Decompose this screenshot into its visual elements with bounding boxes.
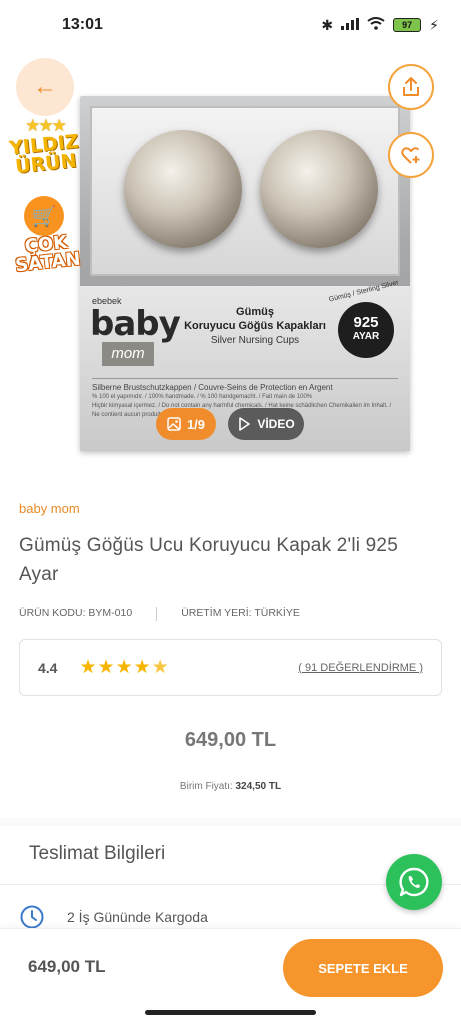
signal-icon — [341, 17, 360, 33]
product-price: 649,00 TL — [184, 729, 277, 751]
status-icons: ✱ 97 ⚡ — [321, 17, 439, 34]
star-product-badge: ★★★ YILDIZ ÜRÜN — [6, 116, 84, 188]
clock-icon — [20, 905, 44, 929]
delivery-text: 2 İş Gününde Kargoda — [67, 909, 208, 925]
star-icon: ★ — [115, 657, 134, 678]
box-title-line2: Koruyucu Göğüs Kapakları — [184, 320, 326, 332]
seal-caption: Gümüş / Sterling Silver — [328, 279, 400, 304]
image-counter: 1/9 — [186, 416, 206, 432]
rating-box[interactable]: 4.4 ★★★★★ ( 91 DEĞERLENDİRME ) — [19, 639, 442, 696]
meta-divider — [156, 607, 158, 621]
favorite-button[interactable] — [388, 132, 434, 178]
product-title: Gümüş Göğüs Ucu Koruyucu Kapak 2'li 925 … — [19, 535, 398, 585]
whatsapp-button[interactable] — [386, 854, 442, 910]
nursing-cup-right — [260, 130, 378, 248]
delivery-title: Teslimat Bilgileri — [29, 843, 166, 864]
rating-value: 4.4 — [38, 659, 58, 676]
half-star-icon: ★ — [151, 657, 170, 678]
best-seller-label: ÇOK SATAN — [14, 231, 82, 277]
unit-price: Birim Fiyatı: 324,50 TL — [0, 781, 461, 792]
box-text-line1: Silberne Brustschutzkappen / Couvre-Sein… — [92, 378, 398, 392]
product-meta: ÜRÜN KODU: BYM-010 ÜRETİM YERİ: TÜRKİYE — [19, 607, 439, 621]
image-icon — [167, 417, 181, 431]
charging-icon: ⚡ — [429, 16, 439, 33]
box-brand-main: baby — [90, 304, 181, 344]
nursing-cup-left — [124, 130, 242, 248]
share-icon — [403, 77, 419, 96]
925-seal: 925 AYAR — [338, 302, 394, 358]
share-button[interactable] — [388, 64, 434, 110]
box-text-line2: % 100 el yapımıdır. / 100% handmade. / %… — [92, 394, 313, 400]
product-image-gallery[interactable]: ebebek baby mom Gümüş Koruyucu Göğüs Kap… — [0, 50, 461, 460]
section-divider — [0, 818, 461, 826]
unit-price-label: Birim Fiyatı: — [179, 781, 233, 792]
star-icon: ★ — [97, 657, 116, 678]
star-product-label: YILDIZ ÜRÜN — [8, 130, 80, 179]
heart-plus-icon — [401, 147, 420, 164]
video-button[interactable]: VİDEO — [228, 408, 304, 440]
bottom-action-bar: 649,00 TL SEPETE EKLE — [0, 928, 461, 1004]
star-icon: ★ — [133, 657, 152, 678]
bluetooth-icon: ✱ — [321, 16, 334, 33]
star-icon: ★ — [79, 657, 98, 678]
box-tray — [90, 106, 400, 276]
product-image[interactable]: ebebek baby mom Gümüş Koruyucu Göğüs Kap… — [80, 96, 410, 451]
back-button[interactable]: ← — [16, 58, 74, 116]
unit-price-value: 324,50 TL — [235, 781, 282, 792]
box-title-line3: Silver Nursing Cups — [210, 335, 300, 346]
add-to-cart-button[interactable]: SEPETE EKLE — [283, 939, 443, 997]
best-seller-badge: 🛒 ÇOK SATAN — [10, 196, 84, 276]
bottom-price: 649,00 TL — [28, 957, 106, 976]
video-label: VİDEO — [257, 417, 295, 431]
status-bar: 13:01 ✱ 97 ⚡ — [0, 0, 461, 50]
battery-icon: 97 — [393, 18, 422, 32]
home-indicator[interactable] — [145, 1010, 316, 1015]
rating-stars: ★★★★★ — [79, 656, 169, 679]
seal-number: 925 — [353, 314, 379, 331]
play-icon — [239, 417, 251, 431]
status-time: 13:01 — [62, 16, 103, 33]
whatsapp-icon — [399, 867, 429, 897]
box-brand-sub: mom — [102, 342, 154, 366]
back-arrow-icon: ← — [33, 73, 57, 100]
product-code: ÜRÜN KODU: BYM-010 — [19, 607, 133, 619]
box-title-line1: Gümüş — [236, 306, 274, 318]
image-counter-button[interactable]: 1/9 — [156, 408, 216, 440]
wifi-icon — [367, 17, 385, 33]
production-origin: ÜRETİM YERİ: TÜRKİYE — [181, 607, 300, 619]
brand-link[interactable]: baby mom — [19, 501, 80, 516]
cart-icon: 🛒 — [24, 196, 64, 236]
reviews-link[interactable]: ( 91 DEĞERLENDİRME ) — [298, 662, 423, 674]
delivery-info-row: 2 İş Gününde Kargoda — [19, 904, 208, 930]
seal-text: AYAR — [352, 331, 380, 342]
